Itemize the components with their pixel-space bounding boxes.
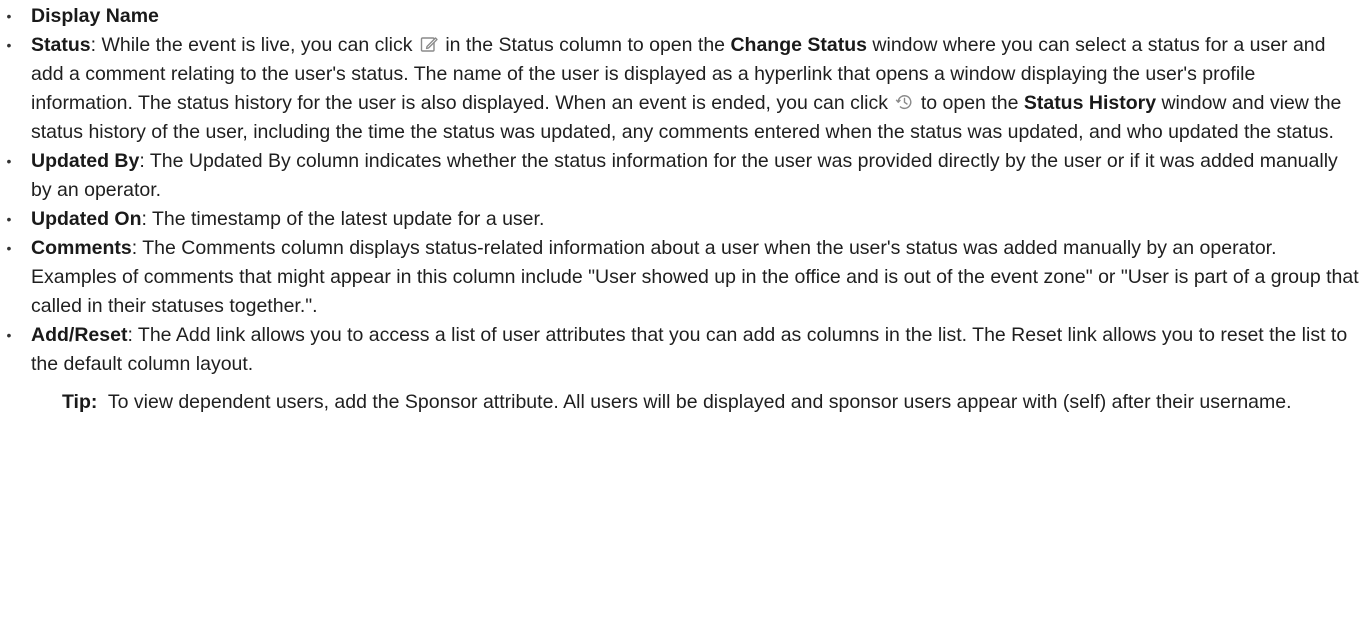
status-history-term: Status History bbox=[1023, 92, 1157, 114]
bullet: • bbox=[6, 153, 12, 169]
bullet: • bbox=[6, 327, 12, 343]
term-display-name: Display Name bbox=[31, 5, 159, 27]
updated-on-description: The timestamp of the latest update for a… bbox=[151, 208, 545, 230]
tip-text: To view dependent users, add the Sponsor… bbox=[97, 391, 1292, 413]
list-item-add-reset: • Add/Reset: The Add link allows you to … bbox=[0, 321, 1364, 417]
tip-label: Tip: bbox=[62, 391, 98, 413]
term-separator: : bbox=[127, 324, 138, 346]
term-updated-by: Updated By bbox=[31, 150, 140, 172]
term-separator: : bbox=[131, 237, 143, 259]
updated-by-description: The Updated By column indicates whether … bbox=[31, 150, 1338, 201]
column-description-list: • Display Name • Status: While the event… bbox=[0, 2, 1364, 417]
edit-icon bbox=[420, 35, 438, 53]
comments-description: The Comments column displays status-rela… bbox=[31, 237, 1359, 317]
bullet: • bbox=[6, 37, 12, 53]
list-item-updated-on: • Updated On: The timestamp of the lates… bbox=[0, 205, 1364, 234]
status-text-part: in the Status column to open the bbox=[439, 34, 731, 56]
term-add-reset: Add/Reset bbox=[31, 324, 128, 346]
document-body: • Display Name • Status: While the event… bbox=[0, 0, 1364, 417]
history-icon bbox=[895, 93, 913, 111]
status-text-part: to open the bbox=[915, 92, 1024, 114]
tip-note: Tip: To view dependent users, add the Sp… bbox=[62, 388, 1360, 417]
add-reset-description: The Add link allows you to access a list… bbox=[31, 324, 1348, 375]
term-updated-on: Updated On bbox=[31, 208, 142, 230]
bullet: • bbox=[6, 211, 12, 227]
list-item-display-name: • Display Name bbox=[0, 2, 1364, 31]
term-separator: : bbox=[139, 150, 150, 172]
change-status-term: Change Status bbox=[730, 34, 867, 56]
term-separator: : bbox=[90, 34, 102, 56]
bullet: • bbox=[6, 240, 12, 256]
list-item-updated-by: • Updated By: The Updated By column indi… bbox=[0, 147, 1364, 205]
list-item-comments: • Comments: The Comments column displays… bbox=[0, 234, 1364, 321]
status-text-part: While the event is live, you can click bbox=[101, 34, 418, 56]
list-item-status: • Status: While the event is live, you c… bbox=[0, 31, 1364, 147]
term-separator: : bbox=[141, 208, 152, 230]
bullet: • bbox=[6, 8, 12, 24]
term-status: Status bbox=[31, 34, 91, 56]
term-comments: Comments bbox=[31, 237, 132, 259]
